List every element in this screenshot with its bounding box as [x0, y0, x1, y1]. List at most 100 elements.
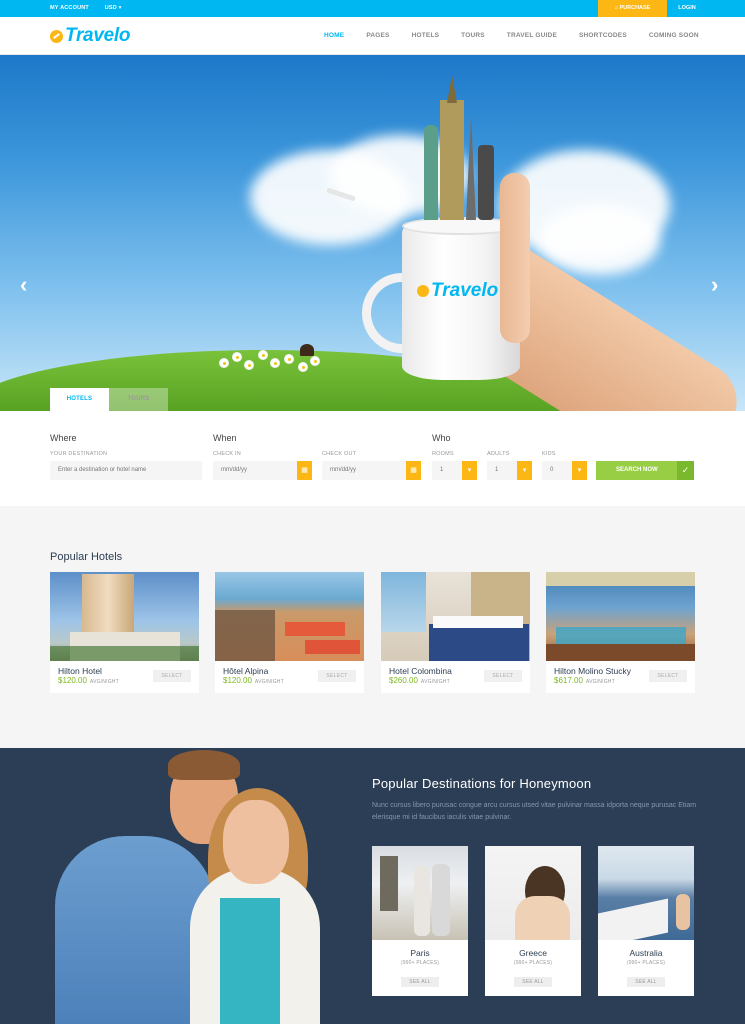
nav-tours[interactable]: TOURS [461, 32, 485, 39]
destination-places: (990+ PLACES) [626, 960, 666, 966]
my-account-link[interactable]: MY ACCOUNT [50, 5, 89, 11]
select-button[interactable]: SELECT [484, 670, 522, 682]
chevron-down-icon[interactable]: ▾ [517, 461, 532, 480]
select-button[interactable]: SELECT [153, 670, 191, 682]
skyscraper [478, 145, 494, 220]
hotel-name: Hilton Molino Stucky [554, 666, 632, 676]
chevron-down-icon[interactable]: ▾ [462, 461, 477, 480]
mug-logo: Travelo [417, 280, 498, 302]
nav-home[interactable]: HOME [324, 32, 344, 39]
mug-logo-text: Travelo [431, 280, 499, 301]
purchase-button[interactable]: ⌂ PURCHASE [598, 0, 667, 17]
see-all-button[interactable]: SEE ALL [401, 977, 439, 987]
hotel-name: Hilton Hotel [58, 666, 102, 676]
destination-input[interactable]: Enter a destination or hotel name [50, 461, 202, 480]
site-logo[interactable]: Travelo [50, 25, 130, 47]
nav-travel-guide[interactable]: TRAVEL GUIDE [507, 32, 557, 39]
popular-hotels-section: Popular Hotels Hilton Hotel $120.00 AVG/N… [0, 506, 745, 748]
hotel-price: $617.00 AVG/NIGHT [554, 676, 615, 685]
kids-label: KIDS [542, 451, 556, 457]
hero-slider: Travelo ‹ › [0, 55, 745, 411]
checkout-label: CHECK OUT [322, 451, 357, 457]
hotel-image[interactable] [381, 572, 530, 661]
destination-card[interactable]: Australia (990+ PLACES) SEE ALL [598, 846, 694, 996]
man-hair [168, 750, 240, 780]
hotel-card[interactable]: Hôtel Alpina $120.00 AVG/NIGHT SELECT [215, 572, 364, 693]
destination-name: Australia [629, 948, 663, 958]
destination-image[interactable] [598, 846, 694, 940]
destination-name: Greece [519, 948, 547, 958]
search-form: Where When Who YOUR DESTINATION Enter a … [0, 411, 745, 506]
nav-pages[interactable]: PAGES [366, 32, 389, 39]
search-now-button[interactable]: SEARCH NOW ✓ [596, 461, 694, 480]
plane-logo-icon [417, 285, 429, 297]
destination-name: Paris [410, 948, 430, 958]
top-bar-left: MY ACCOUNT USD ▾ [50, 5, 136, 11]
hotel-name: Hôtel Alpina [223, 666, 269, 676]
hotel-name: Hotel Colombina [389, 666, 452, 676]
hotel-card[interactable]: Hilton Hotel $120.00 AVG/NIGHT SELECT [50, 572, 199, 693]
honeymoon-description: Nunc cursus libero purusac congue arcu c… [372, 802, 697, 821]
rooms-select[interactable]: 1 [432, 461, 462, 480]
search-now-label: SEARCH NOW [616, 467, 658, 473]
nav-hotels[interactable]: HOTELS [412, 32, 440, 39]
logo-text: Travelo [65, 25, 131, 46]
checkout-input[interactable]: mm/dd/yy [322, 461, 406, 480]
checkin-label: CHECK IN [213, 451, 241, 457]
main-header: Travelo HOME PAGES HOTELS TOURS TRAVEL G… [0, 17, 745, 55]
check-icon: ✓ [677, 461, 694, 480]
checkin-input[interactable]: mm/dd/yy [213, 461, 297, 480]
hotel-price: $120.00 AVG/NIGHT [223, 676, 284, 685]
butterfly-icon [300, 344, 314, 356]
main-nav: HOME PAGES HOTELS TOURS TRAVEL GUIDE SHO… [324, 32, 721, 39]
woman-face [223, 800, 289, 884]
big-ben-tower [440, 100, 464, 220]
nav-coming-soon[interactable]: COMING SOON [649, 32, 699, 39]
kids-select[interactable]: 0 [542, 461, 572, 480]
login-link[interactable]: LOGIN [667, 0, 707, 17]
select-button[interactable]: SELECT [649, 670, 687, 682]
destination-image[interactable] [485, 846, 581, 940]
honeymoon-section: Popular Destinations for Honeymoon Nunc … [0, 748, 745, 1024]
plane-logo-icon [50, 29, 63, 43]
destination-places: (990+ PLACES) [400, 960, 440, 966]
calendar-icon[interactable]: ▦ [297, 461, 312, 480]
nav-shortcodes[interactable]: SHORTCODES [579, 32, 627, 39]
where-heading: Where [50, 433, 77, 443]
currency-selector[interactable]: USD ▾ [105, 5, 122, 11]
cloud [540, 205, 660, 275]
select-button[interactable]: SELECT [318, 670, 356, 682]
hotel-card[interactable]: Hilton Molino Stucky $617.00 AVG/NIGHT SE… [546, 572, 695, 693]
couple-photo [40, 748, 340, 1024]
hotel-price: $260.00 AVG/NIGHT [389, 676, 450, 685]
see-all-button[interactable]: SEE ALL [627, 977, 665, 987]
honeymoon-title: Popular Destinations for Honeymoon [372, 776, 592, 791]
destination-card[interactable]: Greece (990+ PLACES) SEE ALL [485, 846, 581, 996]
rooms-label: ROOMS [432, 451, 454, 457]
top-bar: MY ACCOUNT USD ▾ ⌂ PURCHASE LOGIN [0, 0, 745, 17]
adults-select[interactable]: 1 [487, 461, 517, 480]
calendar-icon[interactable]: ▦ [406, 461, 421, 480]
hand-fingers [500, 173, 530, 343]
slider-next-arrow[interactable]: › [711, 274, 725, 296]
hotel-price: $120.00 AVG/NIGHT [58, 676, 119, 685]
chevron-down-icon[interactable]: ▾ [572, 461, 587, 480]
slider-prev-arrow[interactable]: ‹ [20, 274, 34, 296]
tab-hotels[interactable]: HOTELS [50, 388, 109, 411]
destination-label: YOUR DESTINATION [50, 451, 108, 457]
destination-card[interactable]: Paris (990+ PLACES) SEE ALL [372, 846, 468, 996]
woman-top [220, 898, 280, 1024]
hotel-card[interactable]: Hotel Colombina $260.00 AVG/NIGHT SELECT [381, 572, 530, 693]
big-ben-spire [447, 75, 457, 103]
adults-label: ADULTS [487, 451, 510, 457]
destination-image[interactable] [372, 846, 468, 940]
hotel-image[interactable] [215, 572, 364, 661]
see-all-button[interactable]: SEE ALL [514, 977, 552, 987]
hotel-image[interactable] [546, 572, 695, 661]
hotel-image[interactable] [50, 572, 199, 661]
destination-places: (990+ PLACES) [513, 960, 553, 966]
tab-tours[interactable]: TOURS [109, 388, 168, 411]
who-heading: Who [432, 433, 451, 443]
popular-hotels-title: Popular Hotels [50, 551, 123, 563]
statue-of-liberty [424, 125, 438, 220]
